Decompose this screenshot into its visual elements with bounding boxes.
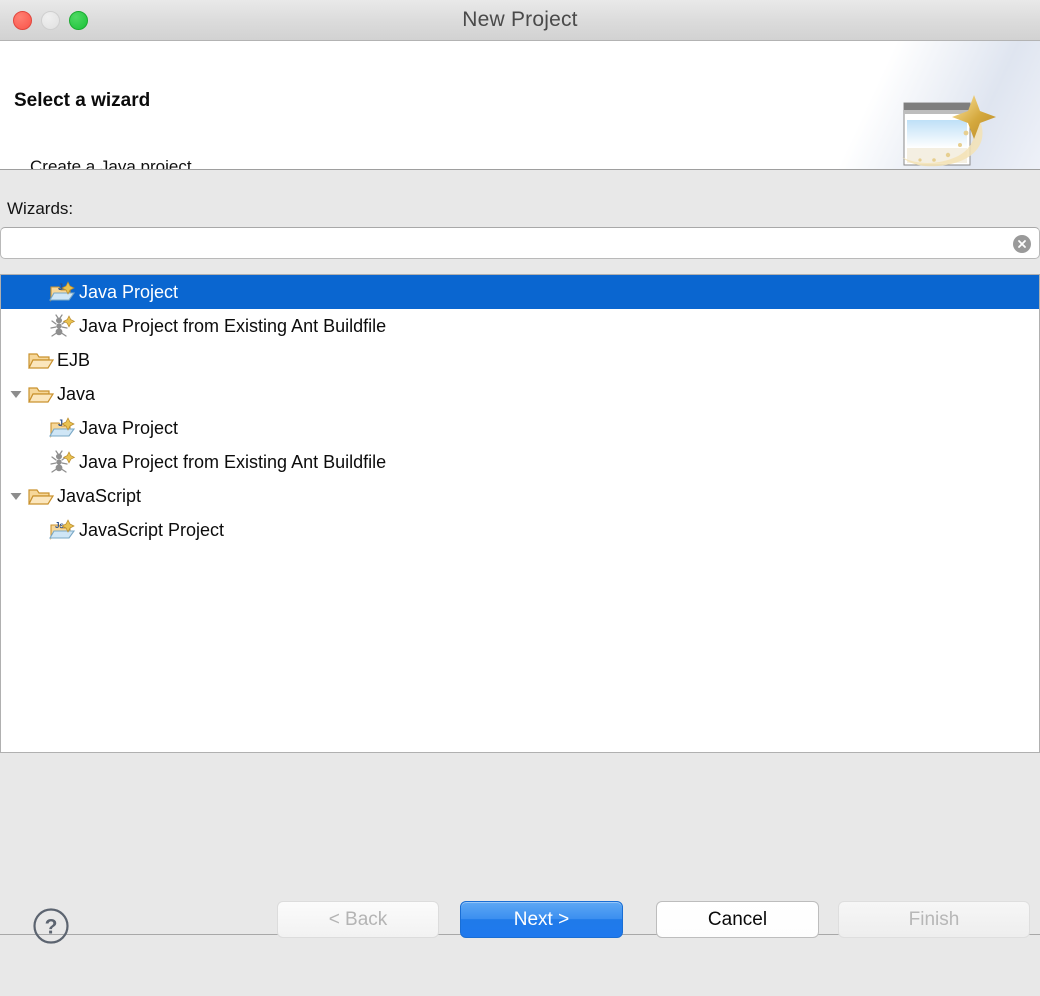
chevron-down-icon[interactable] xyxy=(5,377,27,411)
help-circle-icon[interactable]: ? xyxy=(32,907,70,945)
tree-row[interactable]: JavaScript xyxy=(1,479,1039,513)
chevron-down-icon[interactable] xyxy=(5,479,27,513)
ant-buildfile-icon xyxy=(49,450,77,474)
tree-row[interactable]: Java Project from Existing Ant Buildfile xyxy=(1,309,1039,343)
folder-open-icon xyxy=(27,348,55,372)
ant-buildfile-icon xyxy=(49,314,77,338)
tree-row[interactable]: Java Project from Existing Ant Buildfile xyxy=(1,445,1039,479)
clear-search-icon[interactable] xyxy=(1013,235,1031,253)
java-project-icon: J xyxy=(49,280,77,304)
wizard-header: Select a wizard Create a Java project xyxy=(0,41,1040,170)
tree-row-label: JavaScript Project xyxy=(79,520,225,540)
new-project-dialog: New Project Select a wizard Create a Jav… xyxy=(0,0,1040,996)
tree-row-label: Java Project xyxy=(79,282,179,302)
svg-text:J: J xyxy=(58,418,63,428)
java-project-icon: J xyxy=(49,416,77,440)
wizard-filter-row xyxy=(0,227,1040,259)
back-button[interactable]: < Back xyxy=(277,901,439,938)
tree-row[interactable]: EJB xyxy=(1,343,1039,377)
cancel-button[interactable]: Cancel xyxy=(656,901,819,938)
page-title: Select a wizard xyxy=(14,90,151,111)
dialog-body: Wizards: J Java Project Java Project from … xyxy=(0,170,1040,996)
search-input[interactable] xyxy=(11,228,999,258)
page-description: Create a Java project xyxy=(30,157,192,170)
folder-open-icon xyxy=(27,484,55,508)
tree-row[interactable]: J Java Project xyxy=(1,275,1039,309)
window-title: New Project xyxy=(462,8,578,31)
tree-row-label: Java Project from Existing Ant Buildfile xyxy=(79,452,387,472)
svg-text:J: J xyxy=(58,282,63,292)
tree-row[interactable]: J Java Project xyxy=(1,411,1039,445)
tree-row-label: Java Project from Existing Ant Buildfile xyxy=(79,316,387,336)
next-button[interactable]: Next > xyxy=(460,901,623,938)
wizards-label: Wizards: xyxy=(7,199,74,218)
tree-row-label: Java Project xyxy=(79,418,179,438)
svg-text:?: ? xyxy=(45,916,58,939)
tree-row[interactable]: Js JavaScript Project xyxy=(1,513,1039,547)
tree-row[interactable]: Java xyxy=(1,377,1039,411)
tree-row-label: JavaScript xyxy=(57,486,142,506)
search-field[interactable] xyxy=(0,227,1040,259)
javascript-project-icon: Js xyxy=(49,518,77,542)
tree-row-label: Java xyxy=(57,384,96,404)
title-bar: New Project xyxy=(0,0,1040,41)
folder-open-icon xyxy=(27,382,55,406)
finish-button[interactable]: Finish xyxy=(838,901,1030,938)
wizard-tree[interactable]: J Java Project Java Project from Existing … xyxy=(0,274,1040,753)
tree-row-label: EJB xyxy=(57,350,91,370)
new-project-wizard-icon xyxy=(894,89,998,169)
dialog-footer: ? < Back Next > Cancel Finish xyxy=(0,901,1040,996)
